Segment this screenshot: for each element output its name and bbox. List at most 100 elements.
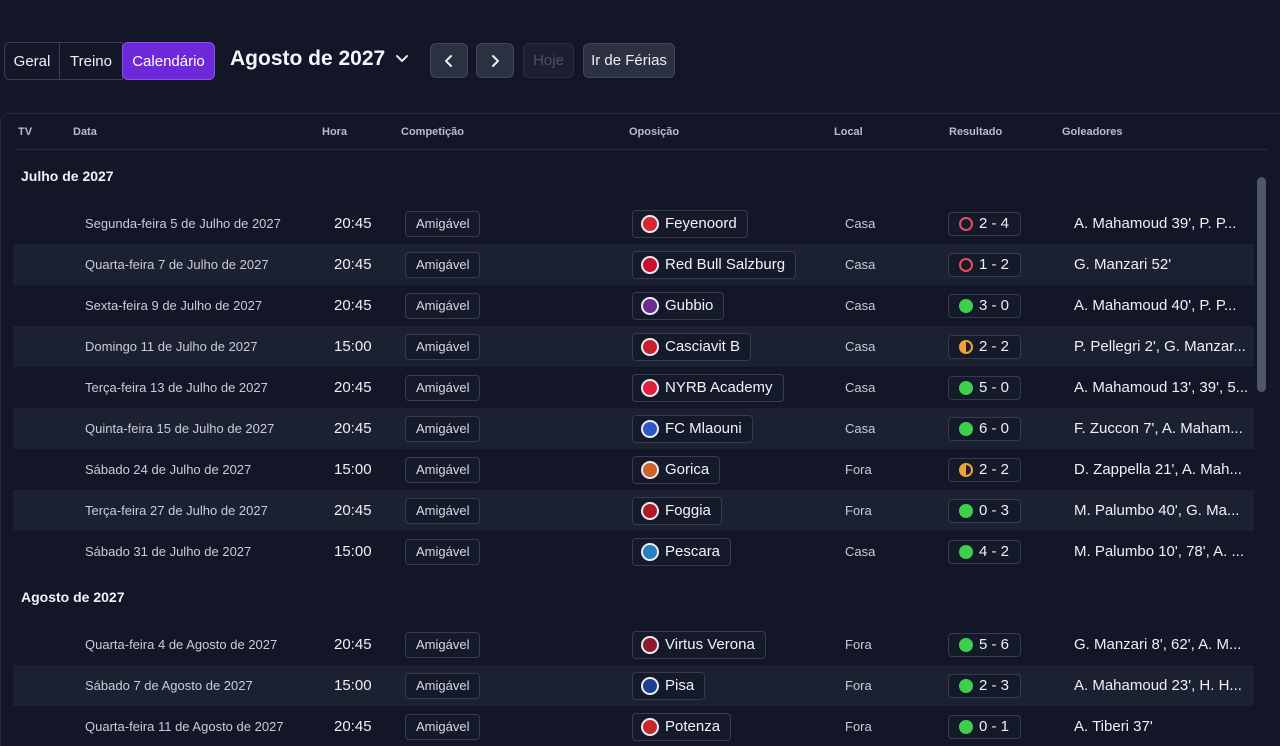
competition-cell: Amigável — [405, 624, 481, 665]
result-cell: 0 - 1 — [948, 706, 1021, 746]
opposition-name: Foggia — [665, 502, 711, 519]
opposition-link[interactable]: Feyenoord — [632, 209, 748, 238]
fixture-row[interactable]: Terça-feira 27 de Julho de 2027 20:45 Amig… — [13, 490, 1254, 531]
column-header-tv[interactable]: TV — [18, 126, 32, 138]
opposition-cell: Foggia — [632, 490, 722, 531]
competition-link[interactable]: Amigável — [405, 292, 481, 319]
opposition-link[interactable]: FC Mlaouni — [632, 414, 753, 443]
match-time: 20:45 — [334, 636, 372, 653]
result-link[interactable]: 2 - 2 — [948, 334, 1021, 359]
result-link[interactable]: 5 - 0 — [948, 375, 1021, 400]
result-link[interactable]: 5 - 6 — [948, 632, 1021, 657]
today-button[interactable]: Hoje — [523, 43, 574, 78]
result-link[interactable]: 6 - 0 — [948, 416, 1021, 441]
column-header-date[interactable]: Data — [73, 126, 97, 138]
match-venue: Fora — [845, 719, 872, 734]
result-link[interactable]: 2 - 3 — [948, 673, 1021, 698]
result-link[interactable]: 2 - 4 — [948, 211, 1021, 236]
opposition-link[interactable]: Red Bull Salzburg — [632, 250, 797, 279]
competition-link[interactable]: Amigável — [405, 631, 481, 658]
fixture-row[interactable]: Segunda-feira 5 de Julho de 2027 20:45 Ami… — [13, 203, 1254, 244]
go-on-holiday-button[interactable]: Ir de Férias — [583, 43, 675, 78]
opposition-link[interactable]: Casciavit B — [632, 332, 752, 361]
opposition-name: Potenza — [665, 718, 721, 735]
competition-link[interactable]: Amigável — [405, 456, 481, 483]
fixture-row[interactable]: Quarta-feira 11 de Agosto de 2027 20:45 Am… — [13, 706, 1254, 746]
fixture-row[interactable]: Sábado 7 de Agosto de 2027 15:00 Amigável P… — [13, 665, 1254, 706]
result-link[interactable]: 3 - 0 — [948, 293, 1021, 318]
column-header-opposition[interactable]: Oposição — [629, 126, 679, 138]
competition-cell: Amigável — [405, 408, 481, 449]
competition-link[interactable]: Amigável — [405, 251, 481, 278]
result-link[interactable]: 4 - 2 — [948, 539, 1021, 564]
result-draw-icon — [959, 462, 973, 477]
opposition-link[interactable]: Virtus Verona — [632, 630, 766, 659]
fixture-row[interactable]: Sábado 24 de Julho de 2027 15:00 Amigável G… — [13, 449, 1254, 490]
column-header-result[interactable]: Resultado — [949, 126, 1002, 138]
chevron-down-icon[interactable] — [395, 52, 409, 66]
column-header-competition[interactable]: Competição — [401, 126, 464, 138]
result-link[interactable]: 0 - 1 — [948, 714, 1021, 739]
competition-link[interactable]: Amigável — [405, 497, 481, 524]
tab-treino[interactable]: Treino — [59, 42, 123, 80]
result-link[interactable]: 1 - 2 — [948, 252, 1021, 277]
opposition-link[interactable]: Gorica — [632, 455, 721, 484]
result-score: 5 - 6 — [979, 636, 1010, 653]
column-header-scorers[interactable]: Goleadores — [1062, 126, 1123, 138]
column-header-time[interactable]: Hora — [322, 126, 347, 138]
goal-scorers: M. Palumbo 40', G. Ma... — [1074, 502, 1240, 519]
club-crest-icon — [641, 255, 659, 274]
result-link[interactable]: 0 - 3 — [948, 498, 1021, 523]
fixture-row[interactable]: Quarta-feira 4 de Agosto de 2027 20:45 Ami… — [13, 624, 1254, 665]
fixture-row[interactable]: Sábado 31 de Julho de 2027 15:00 Amigável P… — [13, 531, 1254, 572]
competition-link[interactable]: Amigável — [405, 713, 481, 740]
result-win-icon — [959, 298, 973, 313]
result-win-icon — [959, 678, 973, 693]
opposition-link[interactable]: Pescara — [632, 537, 732, 566]
competition-link[interactable]: Amigável — [405, 415, 481, 442]
competition-link[interactable]: Amigável — [405, 538, 481, 565]
result-cell: 0 - 3 — [948, 490, 1021, 531]
previous-month-button[interactable] — [430, 43, 468, 78]
fixture-row[interactable]: Terça-feira 13 de Julho de 2027 20:45 Amig… — [13, 367, 1254, 408]
opposition-cell: Potenza — [632, 706, 732, 746]
opposition-link[interactable]: Pisa — [632, 671, 706, 700]
competition-link[interactable]: Amigável — [405, 672, 481, 699]
fixture-row[interactable]: Quinta-feira 15 de Julho de 2027 20:45 Ami… — [13, 408, 1254, 449]
result-cell: 2 - 3 — [948, 665, 1021, 706]
opposition-cell: Pisa — [632, 665, 706, 706]
match-time: 20:45 — [334, 420, 372, 437]
opposition-name: Gubbio — [665, 297, 714, 314]
tab-calendario[interactable]: Calendário — [122, 42, 215, 80]
opposition-link[interactable]: Gubbio — [632, 291, 725, 320]
chevron-right-icon — [492, 54, 499, 67]
opposition-cell: Red Bull Salzburg — [632, 244, 797, 285]
club-crest-icon — [641, 460, 659, 479]
next-month-button[interactable] — [476, 43, 514, 78]
tab-geral[interactable]: Geral — [4, 42, 60, 80]
match-date: Terça-feira 27 de Julho de 2027 — [85, 503, 268, 518]
opposition-cell: Gubbio — [632, 285, 725, 326]
match-date: Quarta-feira 7 de Julho de 2027 — [85, 257, 269, 272]
fixture-row[interactable]: Quarta-feira 7 de Julho de 2027 20:45 Amig… — [13, 244, 1254, 285]
goal-scorers: G. Manzari 8', 62', A. M... — [1074, 636, 1242, 653]
result-loss-icon — [959, 257, 973, 272]
fixture-row[interactable]: Domingo 11 de Julho de 2027 15:00 Amigável… — [13, 326, 1254, 367]
month-title[interactable]: Agosto de 2027 — [230, 47, 385, 71]
opposition-link[interactable]: NYRB Academy — [632, 373, 784, 402]
goal-scorers: F. Zuccon 7', A. Maham... — [1074, 420, 1243, 437]
competition-link[interactable]: Amigável — [405, 374, 481, 401]
scrollbar[interactable] — [1257, 177, 1266, 392]
match-venue: Casa — [845, 380, 876, 395]
result-score: 0 - 1 — [979, 718, 1010, 735]
club-crest-icon — [641, 378, 659, 397]
fixture-row[interactable]: Sexta-feira 9 de Julho de 2027 20:45 Amigá… — [13, 285, 1254, 326]
competition-link[interactable]: Amigável — [405, 333, 481, 360]
competition-link[interactable]: Amigável — [405, 210, 481, 237]
column-header-venue[interactable]: Local — [834, 126, 863, 138]
goal-scorers: P. Pellegri 2', G. Manzar... — [1074, 338, 1246, 355]
opposition-link[interactable]: Foggia — [632, 496, 722, 525]
result-link[interactable]: 2 - 2 — [948, 457, 1021, 482]
opposition-link[interactable]: Potenza — [632, 712, 732, 741]
match-date: Domingo 11 de Julho de 2027 — [85, 339, 258, 354]
